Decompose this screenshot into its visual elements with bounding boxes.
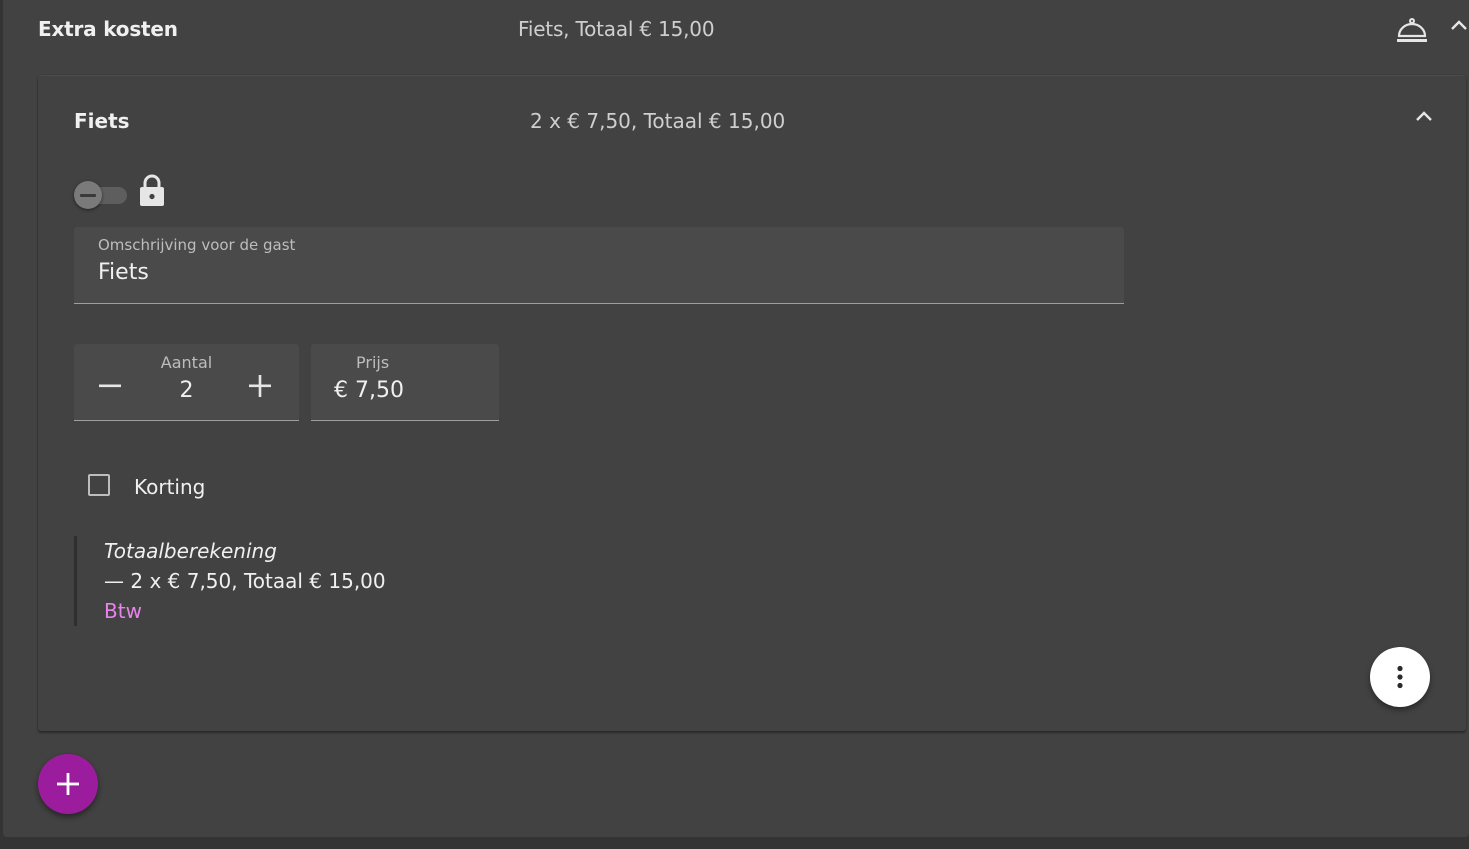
price-field[interactable]: Prijs € 7,50 (311, 344, 499, 421)
description-label: Omschrijving voor de gast (98, 236, 296, 254)
discount-label: Korting (134, 475, 206, 499)
item-title: Fiets (74, 109, 130, 133)
room-service-icon (1397, 18, 1427, 42)
extra-costs-panel: Extra kosten Fiets, Totaal € 15,00 Fiets… (3, 0, 1469, 837)
active-toggle[interactable] (74, 180, 130, 210)
extra-cost-item-card: Fiets 2 x € 7,50, Totaal € 15,00 Omschri… (38, 75, 1466, 731)
total-calculation-line: — 2 x € 7,50, Totaal € 15,00 (104, 569, 386, 593)
minus-icon[interactable] (96, 372, 124, 400)
btw-link[interactable]: Btw (104, 599, 142, 623)
total-calculation: Totaalberekening — 2 x € 7,50, Totaal € … (74, 536, 677, 626)
price-label: Prijs (356, 353, 390, 372)
more-vertical-icon (1397, 665, 1403, 689)
item-summary: 2 x € 7,50, Totaal € 15,00 (530, 109, 786, 133)
discount-checkbox[interactable] (88, 474, 110, 496)
description-input[interactable]: Fiets (98, 260, 998, 285)
description-field[interactable]: Omschrijving voor de gast Fiets (74, 227, 1124, 304)
quantity-label: Aantal (160, 353, 213, 372)
add-extra-cost-button[interactable] (38, 754, 98, 814)
chevron-up-icon[interactable] (1449, 16, 1469, 36)
more-options-button[interactable] (1370, 647, 1430, 707)
extra-costs-summary: Fiets, Totaal € 15,00 (518, 17, 715, 41)
plus-icon[interactable] (246, 372, 274, 400)
plus-icon (57, 773, 79, 795)
toggle-thumb (74, 181, 102, 209)
quantity-stepper: Aantal 2 (74, 344, 299, 421)
price-input[interactable]: € 7,50 (334, 378, 404, 403)
chevron-up-icon[interactable] (1413, 106, 1435, 128)
total-calculation-title: Totaalberekening (104, 539, 277, 563)
lock-icon (140, 174, 164, 206)
extra-costs-title: Extra kosten (38, 17, 178, 41)
extra-costs-header[interactable]: Extra kosten Fiets, Totaal € 15,00 (3, 0, 1469, 60)
